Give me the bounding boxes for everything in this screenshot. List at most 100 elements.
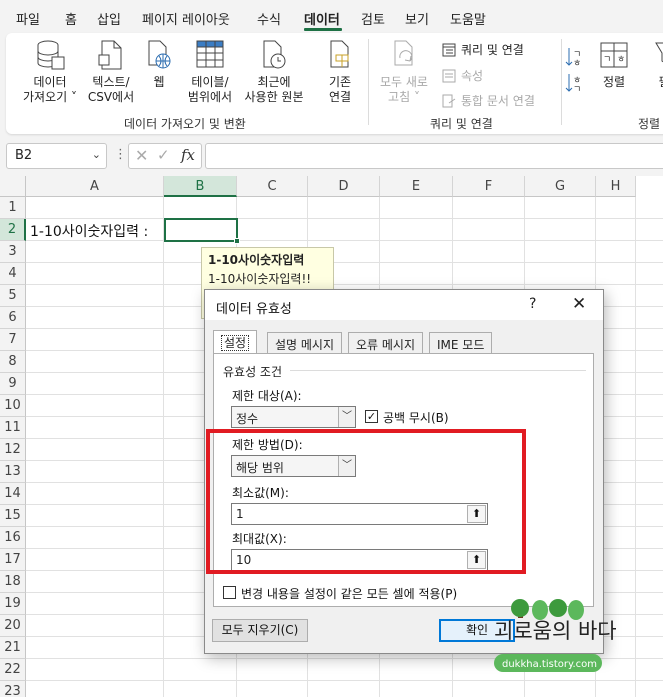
row-header-17[interactable]: 17 [0,549,26,571]
menu-tab-home[interactable]: 홈 [65,9,77,28]
menu-tab-view[interactable]: 보기 [405,9,429,28]
edit-links-button[interactable]: 통합 문서 연결 [442,92,535,109]
column-header-d[interactable]: D [308,176,380,197]
row-header-18[interactable]: 18 [0,571,26,593]
queries-connections-button[interactable]: 쿼리 및 연결 [442,41,524,58]
column-header-h[interactable]: H [596,176,636,197]
apply-all-checkbox[interactable] [223,586,236,599]
select-all-corner[interactable] [0,176,26,197]
cancel-icon[interactable]: ✕ [135,146,148,165]
dialog-titlebar[interactable]: 데이터 유효성 ? ✕ [205,290,603,320]
recent-sources-button[interactable]: 최근에 사용한 원본 [240,39,308,105]
row-header-11[interactable]: 11 [0,417,26,439]
row-header-21[interactable]: 21 [0,637,26,659]
menu-tab-formulas[interactable]: 수식 [257,9,281,28]
refresh-all-button[interactable]: 모두 새로 고침 ˅ [376,39,432,105]
row-header-10[interactable]: 10 [0,395,26,417]
row-header-23[interactable]: 23 [0,681,26,697]
insert-function-icon[interactable]: fx [181,146,195,164]
formula-bar: B2 ⌄ ⋮ ✕ ✓ fx [0,140,663,172]
row-header-19[interactable]: 19 [0,593,26,615]
get-data-label: 데이터 가져오기 ˅ [23,75,77,104]
row-header-5[interactable]: 5 [0,285,26,307]
existing-connections-icon [330,40,349,68]
chevron-down-icon[interactable]: ⌄ [92,148,101,161]
column-header-g[interactable]: G [525,176,596,197]
properties-label: 속성 [461,69,484,83]
queries-icon [442,43,456,56]
row-header-12[interactable]: 12 [0,439,26,461]
from-table-range-button[interactable]: 테이블/ 범위에서 [182,39,238,105]
tab-ime-mode[interactable]: IME 모드 [429,332,493,353]
row-header-6[interactable]: 6 [0,307,26,329]
menu-tab-help[interactable]: 도움말 [450,9,486,28]
tab-settings[interactable]: 설정 [213,330,258,354]
row-header-22[interactable]: 22 [0,659,26,681]
row-header-16[interactable]: 16 [0,527,26,549]
menu-bar: 파일 홈 삽입 페이지 레이아웃 수식 데이터 검토 보기 도움말 [0,0,663,32]
menu-tab-insert[interactable]: 삽입 [97,9,121,28]
tab-input-message[interactable]: 설명 메시지 [267,332,343,353]
recent-sources-icon [263,40,286,69]
edit-links-icon [442,94,456,107]
column-header-c[interactable]: C [237,176,308,197]
ignore-blank-label: 공백 무시(B) [383,411,449,425]
row-header-3[interactable]: 3 [0,241,26,263]
row-header-14[interactable]: 14 [0,483,26,505]
chevron-down-icon[interactable]: ﹀ [338,407,355,427]
menu-tab-file[interactable]: 파일 [16,9,40,28]
active-tab-indicator [304,28,342,31]
active-cell-b2[interactable] [164,218,240,244]
sort-ascending-button[interactable]: ㄱ ㅎ ㅎ ㄱ [564,43,586,99]
menu-tab-data[interactable]: 데이터 [304,9,340,28]
tab-ime-mode-label: IME 모드 [437,338,485,352]
existing-connections-label: 기존 연결 [328,75,352,104]
refresh-all-label: 모두 새로 고침 ˅ [380,75,428,104]
formula-controls: ✕ ✓ fx [128,143,202,169]
sort-button[interactable]: ㄱ ㅎ 정렬 [594,39,634,90]
svg-text:ㄱ: ㄱ [603,55,611,65]
validation-criteria-heading: 유효성 조건 [223,365,283,379]
gridline [163,197,164,697]
row-header-20[interactable]: 20 [0,615,26,637]
menu-tab-review[interactable]: 검토 [361,9,385,28]
group-label-sort: 정렬 [638,117,661,131]
column-header-a[interactable]: A [26,176,164,197]
row-header-1[interactable]: 1 [0,197,26,219]
properties-button[interactable]: 속성 [442,67,483,84]
help-button[interactable]: ? [529,296,536,312]
from-text-csv-button[interactable]: 텍스트/ CSV에서 [86,39,136,105]
from-web-button[interactable]: 웹 [144,39,174,90]
gridline [26,262,663,263]
ignore-blank-checkbox[interactable]: ✓ [365,410,378,423]
row-header-15[interactable]: 15 [0,505,26,527]
row-header-2[interactable]: 2 [0,219,26,241]
row-header-7[interactable]: 7 [0,329,26,351]
allow-select[interactable]: 정수 ﹀ [231,406,356,428]
row-header-9[interactable]: 9 [0,373,26,395]
apply-all-label: 변경 내용을 설정이 같은 모든 셀에 적용(P) [241,587,458,601]
menu-tab-page-layout[interactable]: 페이지 레이아웃 [142,9,230,28]
filter-label: 필 [658,75,663,89]
get-data-button[interactable]: 데이터 가져오기 ˅ [18,39,82,105]
row-header-8[interactable]: 8 [0,351,26,373]
check-icon[interactable]: ✓ [157,146,170,164]
cell-a2[interactable]: 1-10사이숫자입력 : [30,221,148,241]
row-header-13[interactable]: 13 [0,461,26,483]
group-label-queries: 쿼리 및 연결 [430,117,493,131]
gridline [26,284,663,285]
name-box[interactable]: B2 ⌄ [6,143,107,169]
tab-error-alert[interactable]: 오류 메시지 [348,332,424,353]
clear-all-button[interactable]: 모두 지우기(C) [212,619,308,642]
edit-links-label: 통합 문서 연결 [461,94,535,108]
web-icon [148,40,171,69]
formula-input[interactable] [205,143,663,169]
column-header-e[interactable]: E [380,176,453,197]
column-header-f[interactable]: F [453,176,525,197]
filter-button[interactable]: 필 [652,39,663,90]
close-button[interactable]: ✕ [572,294,586,314]
column-header-b[interactable]: B [164,176,237,197]
fill-handle[interactable] [234,238,240,244]
existing-connections-button[interactable]: 기존 연결 [318,39,362,105]
row-header-4[interactable]: 4 [0,263,26,285]
